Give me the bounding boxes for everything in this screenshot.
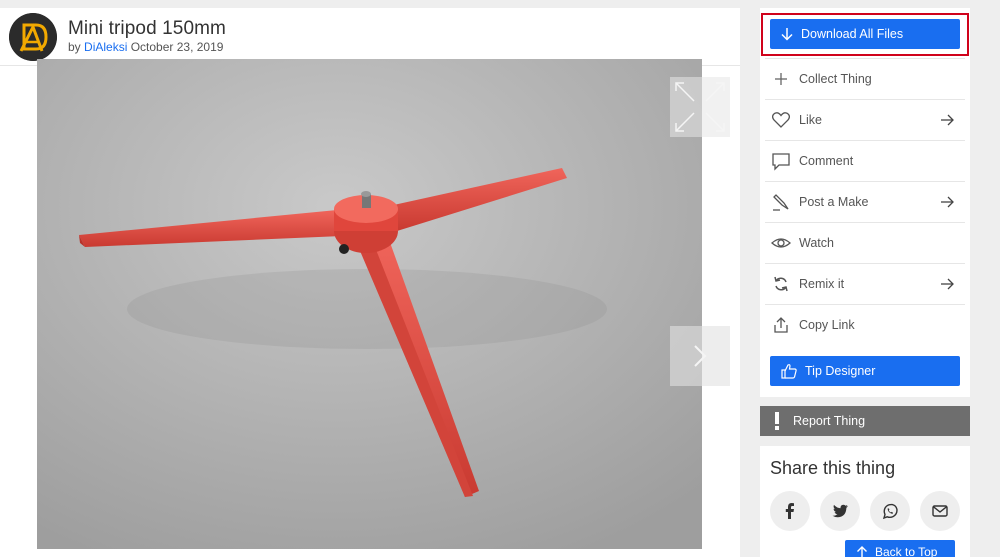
download-all-files-label: Download All Files bbox=[801, 27, 904, 41]
arrow-right-icon bbox=[941, 196, 954, 208]
exclamation-icon bbox=[775, 412, 779, 430]
share-icon bbox=[771, 315, 791, 335]
tripod-render-image bbox=[37, 59, 702, 549]
by-label: by bbox=[68, 40, 81, 54]
watch-label: Watch bbox=[799, 236, 834, 250]
author-link[interactable]: DiAleksi bbox=[84, 40, 127, 54]
back-to-top-label: Back to Top bbox=[875, 545, 938, 557]
whatsapp-icon bbox=[882, 503, 898, 520]
expand-gallery-button[interactable] bbox=[670, 77, 730, 137]
remix-icon bbox=[771, 274, 791, 294]
publish-date: October 23, 2019 bbox=[130, 40, 224, 54]
next-image-button[interactable] bbox=[670, 326, 730, 386]
make-icon bbox=[771, 192, 791, 212]
report-thing-label: Report Thing bbox=[793, 414, 866, 428]
whatsapp-share-button[interactable] bbox=[870, 491, 910, 531]
thumbs-up-icon bbox=[781, 364, 797, 379]
eye-icon bbox=[771, 233, 791, 253]
email-share-button[interactable] bbox=[920, 491, 960, 531]
twitter-share-button[interactable] bbox=[820, 491, 860, 531]
collect-thing-label: Collect Thing bbox=[799, 72, 872, 86]
download-arrow-icon bbox=[781, 28, 793, 41]
expand-icon bbox=[675, 82, 725, 132]
author-logo-icon bbox=[9, 13, 57, 61]
author-avatar[interactable] bbox=[9, 13, 57, 61]
back-to-top-button[interactable]: Back to Top bbox=[845, 540, 955, 557]
thing-meta: by DiAleksi October 23, 2019 bbox=[68, 40, 223, 54]
thing-image-gallery[interactable] bbox=[37, 59, 702, 549]
tip-designer-label: Tip Designer bbox=[805, 364, 876, 378]
tip-designer-button[interactable]: Tip Designer bbox=[770, 356, 960, 386]
arrow-right-icon bbox=[941, 114, 954, 126]
comment-action[interactable]: Comment bbox=[765, 140, 965, 181]
like-label: Like bbox=[799, 113, 822, 127]
plus-icon bbox=[771, 69, 791, 89]
post-a-make-label: Post a Make bbox=[799, 195, 869, 209]
share-title: Share this thing bbox=[770, 458, 896, 478]
post-a-make-action[interactable]: Post a Make bbox=[765, 181, 965, 222]
remix-it-action[interactable]: Remix it bbox=[765, 263, 965, 304]
collect-thing-action[interactable]: Collect Thing bbox=[765, 58, 965, 99]
thing-header: Mini tripod 150mm by DiAleksi October 23… bbox=[0, 8, 740, 66]
arrow-right-icon bbox=[941, 278, 954, 290]
twitter-icon bbox=[832, 504, 848, 518]
chevron-right-icon bbox=[694, 345, 707, 367]
arrow-up-icon bbox=[857, 546, 867, 557]
heart-icon bbox=[771, 110, 791, 130]
email-icon bbox=[932, 505, 948, 517]
comment-label: Comment bbox=[799, 154, 854, 168]
copy-link-label: Copy Link bbox=[799, 318, 855, 332]
facebook-icon bbox=[785, 503, 794, 519]
watch-action[interactable]: Watch bbox=[765, 222, 965, 263]
like-action[interactable]: Like bbox=[765, 99, 965, 140]
remix-it-label: Remix it bbox=[799, 277, 845, 291]
thing-title: Mini tripod 150mm bbox=[68, 18, 226, 39]
facebook-share-button[interactable] bbox=[770, 491, 810, 531]
download-all-files-button[interactable]: Download All Files bbox=[770, 19, 960, 49]
copy-link-action[interactable]: Copy Link bbox=[765, 304, 965, 345]
comment-icon bbox=[771, 151, 791, 171]
report-thing-button[interactable]: Report Thing bbox=[760, 406, 970, 436]
